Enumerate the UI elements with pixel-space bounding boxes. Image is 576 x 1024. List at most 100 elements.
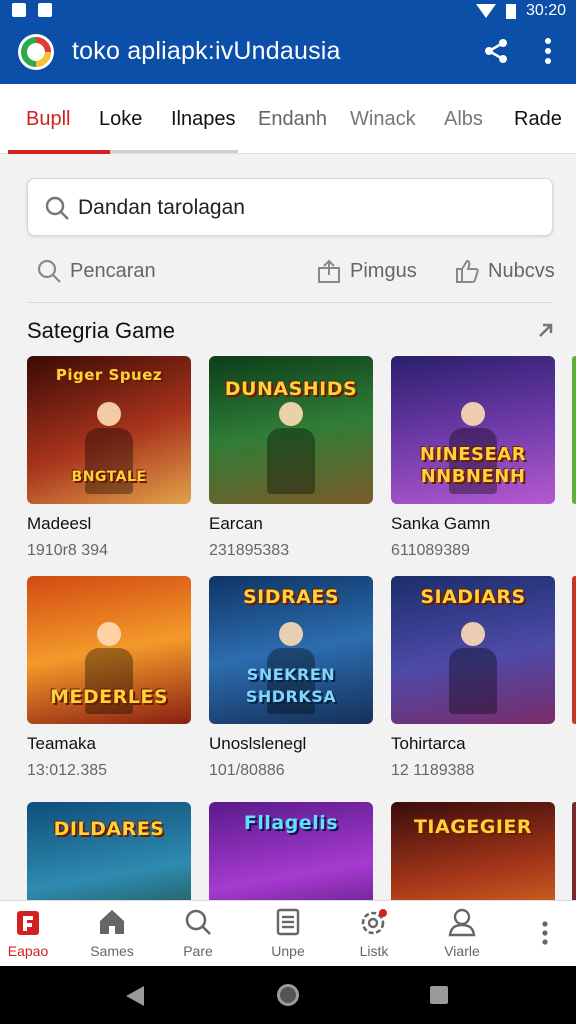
recent-apps-icon[interactable] (430, 986, 448, 1004)
nav-label: Eapao (7, 943, 49, 959)
nav-item-home[interactable]: Eapao (0, 907, 68, 959)
category-tabs: Bupll Loke Ilnapes Endanh Winack Albs Ra… (0, 84, 576, 154)
search-icon (37, 259, 61, 283)
game-download-count: 611089389 (391, 542, 470, 559)
game-character (261, 402, 321, 498)
search-icon (45, 196, 69, 220)
game-art-title: DUNASHIDS (224, 378, 358, 400)
game-card[interactable]: DUNASHIDS Earcan 231895383 (209, 356, 373, 560)
home-button-icon[interactable] (277, 984, 299, 1006)
notification-icons (12, 3, 52, 17)
nav-item-games[interactable]: Sames (72, 907, 152, 959)
tab-3[interactable]: Endanh (258, 108, 327, 131)
game-name: Unoslslenegl (209, 734, 307, 753)
tab-0[interactable]: Bupll (26, 108, 70, 131)
game-card[interactable]: NINESEAR NNBNENH Sanka Gamn 611089389 (391, 356, 555, 560)
tab-5[interactable]: Albs (444, 108, 483, 131)
game-art-title: TIAGEGIER (413, 816, 533, 838)
game-download-count: 1910r8 394 (27, 542, 108, 559)
game-card[interactable]: MEDERLES Teamaka 13:012.385 (27, 576, 191, 780)
like-action-button[interactable]: Nubcvs (454, 258, 555, 284)
game-name: Tohirtarca (391, 734, 466, 753)
game-name: Sanka Gamn (391, 514, 491, 533)
list-icon (276, 908, 300, 936)
tab-1[interactable]: Loke (99, 108, 142, 131)
arrow-right-icon[interactable] (536, 320, 556, 340)
app-logo-icon (18, 34, 54, 70)
nav-item-profile[interactable]: Viarle (422, 907, 502, 959)
back-icon[interactable] (126, 986, 144, 1006)
home-icon (100, 910, 124, 934)
upload-icon (318, 259, 340, 283)
next-card-peek (572, 576, 576, 724)
thumbs-up-icon (456, 259, 479, 283)
user-icon (448, 908, 476, 937)
game-art-title: DILDARES (53, 818, 165, 840)
nav-label: Listk (359, 943, 389, 959)
game-thumbnail[interactable]: MEDERLES (27, 576, 191, 724)
action-label: Pencaran (70, 259, 156, 282)
game-thumbnail[interactable]: SIADIARS (391, 576, 555, 724)
nav-item-updates[interactable]: Unpe (248, 907, 328, 959)
game-name: Earcan (209, 514, 263, 533)
status-time: 30:20 (525, 2, 566, 19)
section-title: Sategria Game (27, 318, 175, 343)
game-character (443, 622, 503, 718)
nav-label: Unpe (271, 943, 305, 959)
game-name: Teamaka (27, 734, 96, 753)
app-title: toko apliapk:ivUndausia (72, 37, 341, 65)
nav-item-search[interactable]: Pare (158, 907, 238, 959)
nav-label: Viarle (444, 943, 480, 959)
tab-4[interactable]: Winack (350, 108, 416, 131)
action-label: Pimgus (350, 259, 417, 282)
notification-icon (12, 3, 26, 17)
notification-icon (38, 3, 52, 17)
game-card[interactable]: SIDRAES SNEKREN SHDRKSA Unoslslenegl 101… (209, 576, 373, 780)
game-name: Madeesl (27, 514, 92, 533)
tab-6[interactable]: Rade (514, 108, 562, 131)
battery-icon (505, 3, 516, 19)
game-art-subtitle: SNEKREN SHDRKSA (245, 665, 337, 706)
action-row: Pencaran Pimgus Nubcvs (0, 252, 576, 292)
game-art-title: Fllagelis (243, 812, 339, 834)
nav-item-list[interactable]: Listk (334, 907, 414, 959)
signal-icon (475, 4, 496, 18)
next-card-peek (572, 356, 576, 504)
share-icon[interactable] (482, 37, 510, 65)
search-action-button[interactable]: Pencaran (36, 258, 156, 284)
game-art-subtitle: BNGTALE (71, 469, 147, 485)
status-bar: 30:20 (0, 0, 576, 22)
game-thumbnail[interactable]: DUNASHIDS (209, 356, 373, 504)
overflow-menu-icon[interactable] (538, 36, 558, 66)
tab-active-indicator (8, 150, 110, 154)
game-thumbnail[interactable]: NINESEAR NNBNENH (391, 356, 555, 504)
search-input[interactable]: Dandan tarolagan (27, 178, 553, 236)
tab-scroll-track (110, 150, 238, 153)
tab-2[interactable]: Ilnapes (171, 108, 236, 131)
system-navigation-bar (0, 966, 576, 1024)
game-download-count: 231895383 (209, 542, 290, 559)
overflow-menu-icon[interactable] (536, 919, 554, 949)
game-art-title: Piger Spuez (55, 366, 163, 384)
game-card[interactable]: Piger Spuez BNGTALE Madeesl 1910r8 394 (27, 356, 191, 560)
game-art-title: MEDERLES (49, 686, 169, 708)
game-download-count: 101/80886 (209, 762, 285, 779)
game-thumbnail[interactable]: SIDRAES SNEKREN SHDRKSA (209, 576, 373, 724)
nav-label: Pare (183, 943, 213, 959)
action-label: Nubcvs (488, 259, 555, 282)
game-download-count: 12 1189388 (391, 762, 475, 779)
gear-notification-icon (361, 909, 387, 935)
game-art-title: NINESEAR NNBNENH (419, 444, 527, 487)
bottom-navigation: Eapao Sames Pare Unpe Listk Viarle (0, 900, 576, 966)
game-art-title: SIDRAES (242, 586, 340, 608)
app-bar: toko apliapk:ivUndausia (0, 22, 576, 84)
search-value: Dandan tarolagan (78, 196, 245, 219)
upload-action-button[interactable]: Pimgus (316, 258, 417, 284)
nav-label: Sames (90, 943, 134, 959)
search-icon (185, 909, 211, 935)
game-art-title: SIADIARS (420, 586, 526, 608)
game-thumbnail[interactable]: Piger Spuez BNGTALE (27, 356, 191, 504)
game-download-count: 13:012.385 (27, 762, 108, 779)
divider (27, 302, 553, 303)
game-card[interactable]: SIADIARS Tohirtarca 12 1189388 (391, 576, 555, 780)
